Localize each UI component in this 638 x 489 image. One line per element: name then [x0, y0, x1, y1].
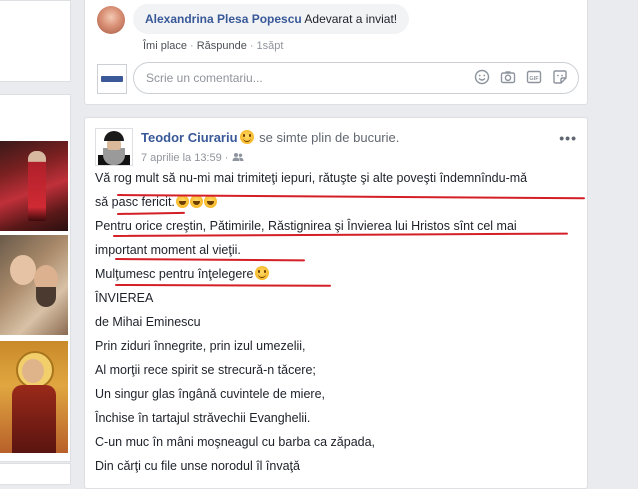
post-options-icon[interactable]: •••	[559, 130, 577, 146]
comment-actions: Îmi place · Răspunde · 1săpt	[143, 40, 283, 52]
camera-icon[interactable]	[500, 69, 516, 85]
poem-author: de Mihai Eminescu	[95, 315, 201, 329]
separator: ·	[190, 40, 194, 52]
friends-icon[interactable]	[232, 152, 244, 162]
left-sidebar-card	[0, 0, 71, 82]
smiley-emoji-icon	[255, 266, 270, 280]
post-text-line: Vă rog mult să nu-mi mai trimiteţi iepur…	[95, 171, 528, 185]
post-meta: 7 aprilie la 13:59 ·	[141, 152, 244, 164]
poem-line: Al morţii rece spirit se strecurǎ-n tǎce…	[95, 363, 316, 377]
poem-line: Prin ziduri înnegrite, prin izul umezeli…	[95, 339, 306, 353]
poem-line: Un singur glas îngânǎ cuvintele de miere…	[95, 387, 325, 401]
photo-thumbnail[interactable]	[0, 235, 68, 335]
own-avatar	[97, 64, 127, 94]
laughing-emoji-icon	[189, 195, 203, 208]
comment-timestamp[interactable]: 1săpt	[257, 40, 284, 52]
comment-bubble: Alexandrina Plesa Popescu Adevarat a inv…	[133, 4, 410, 34]
post-date-link[interactable]: 7 aprilie la 13:59	[141, 152, 222, 164]
post-card: Teodor Ciurariu se simte plin de bucurie…	[84, 117, 588, 489]
comment-card: Alexandrina Plesa Popescu Adevarat a inv…	[84, 0, 588, 105]
commenter-avatar[interactable]	[97, 6, 125, 34]
comment-author-link[interactable]: Alexandrina Plesa Popescu	[145, 12, 302, 26]
laughing-emoji-icon	[175, 195, 189, 208]
post-author-avatar[interactable]	[95, 128, 133, 166]
smiley-icon[interactable]	[474, 69, 490, 85]
like-link[interactable]: Îmi place	[143, 40, 187, 52]
left-sidebar-card	[0, 463, 71, 485]
sticker-icon[interactable]	[552, 69, 568, 85]
reply-link[interactable]: Răspunde	[197, 40, 247, 52]
poem-line: C-un muc în mâni moşneagul cu barba ca z…	[95, 435, 376, 449]
poem-line: Din cǎrţi cu file unse norodul îl învaţǎ	[95, 459, 300, 473]
post-feeling-text: se simte plin de bucurie.	[259, 130, 400, 145]
poem-line: Închise în tartajul strǎvechii Evangheli…	[95, 411, 311, 425]
poem-title: ÎNVIEREA	[95, 291, 154, 305]
post-header: Teodor Ciurariu se simte plin de bucurie…	[141, 130, 399, 145]
laughing-emoji-icon	[203, 195, 217, 208]
comment-input[interactable]: Scrie un comentariu... GIF	[133, 62, 579, 94]
left-photos-card	[0, 94, 71, 462]
post-author-link[interactable]: Teodor Ciurariu	[141, 130, 238, 145]
comment-text: Adevarat a inviat!	[304, 12, 398, 26]
gif-icon[interactable]: GIF	[526, 69, 542, 85]
post-text-line: Mulţumesc pentru înţelegere	[95, 262, 575, 286]
svg-text:GIF: GIF	[529, 76, 539, 82]
separator: ·	[249, 40, 254, 52]
comment-input-placeholder: Scrie un comentariu...	[146, 71, 263, 85]
separator: ·	[224, 152, 229, 164]
photo-thumbnail[interactable]	[0, 141, 68, 231]
photo-thumbnail[interactable]	[0, 341, 68, 453]
feeling-smiley-icon	[239, 130, 254, 144]
